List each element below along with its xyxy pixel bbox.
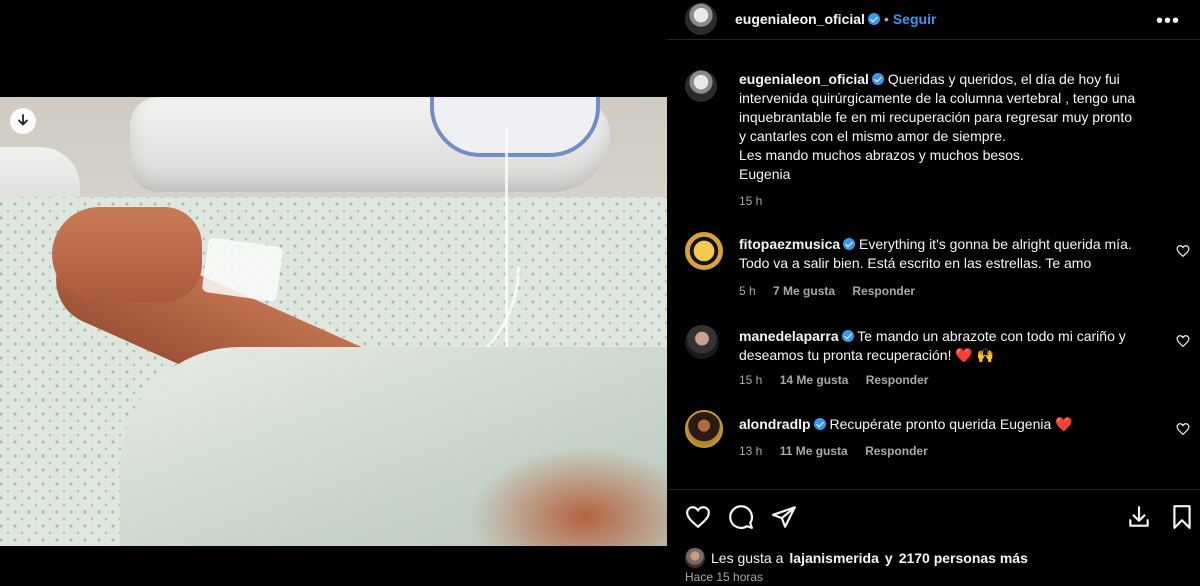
commenter-avatar[interactable] xyxy=(685,410,723,448)
caption-username[interactable]: eugenialeon_oficial xyxy=(739,71,869,87)
comment-meta: 5 h 7 Me gusta Responder xyxy=(739,284,929,298)
comment-body: Recupérate pronto querida Eugenia ❤️ xyxy=(829,416,1073,432)
post-actions: Les gusta a lajanismerida y 2170 persona… xyxy=(667,489,1200,586)
bed-rail-panel xyxy=(430,97,600,157)
comment-item: manedelaparra Te mando un abrazote con t… xyxy=(685,324,1190,394)
post-header: eugenialeon_oficial • Seguir ••• xyxy=(667,0,1200,40)
heart-icon[interactable] xyxy=(1176,334,1190,348)
comment-likes[interactable]: 14 Me gusta xyxy=(780,373,849,387)
heart-icon[interactable] xyxy=(1176,244,1190,258)
caption-line-5: Les mando muchos abrazos y muchos besos. xyxy=(739,147,1024,163)
author-username[interactable]: eugenialeon_oficial xyxy=(735,11,865,27)
reply-button[interactable]: Responder xyxy=(865,444,928,458)
caption-line-3: inquebrantable fe en mi recuperación par… xyxy=(739,109,1133,125)
caption-line-6: Eugenia xyxy=(739,166,791,182)
verified-icon xyxy=(843,238,856,250)
liker-avatar[interactable] xyxy=(685,548,705,568)
likes-middle: y xyxy=(884,550,893,566)
comment-meta: 15 h 14 Me gusta Responder xyxy=(739,373,942,387)
comment-icon[interactable] xyxy=(728,504,754,530)
reply-button[interactable]: Responder xyxy=(866,373,929,387)
separator-dot: • xyxy=(883,11,889,27)
share-icon[interactable] xyxy=(771,504,797,530)
post-time: Hace 15 horas xyxy=(685,570,764,584)
heart-icon[interactable] xyxy=(685,504,711,530)
verified-icon xyxy=(813,418,826,430)
comment-text: alondradlp Recupérate pronto querida Eug… xyxy=(739,415,1164,434)
comment-time: 13 h xyxy=(739,444,763,458)
comment-time: 5 h xyxy=(739,284,756,298)
caption-avatar[interactable] xyxy=(685,70,717,102)
comment-username[interactable]: alondradlp xyxy=(739,416,811,432)
commenter-avatar[interactable] xyxy=(685,232,723,270)
hand xyxy=(52,207,202,302)
author-avatar[interactable] xyxy=(685,3,717,35)
comment-likes[interactable]: 11 Me gusta xyxy=(780,444,848,458)
comment-username[interactable]: fitopaezmusica xyxy=(739,236,840,252)
likes-count[interactable]: 2170 personas más xyxy=(899,550,1028,566)
caption-line-1: Queridas y queridos, el día de hoy fui xyxy=(887,71,1120,87)
verified-icon xyxy=(867,13,880,25)
more-options-icon[interactable]: ••• xyxy=(1156,10,1180,33)
comment-text: fitopaezmusica Everything it's gonna be … xyxy=(739,235,1164,273)
reply-button[interactable]: Responder xyxy=(852,284,915,298)
commenter-avatar[interactable] xyxy=(685,325,719,359)
comment-item: alondradlp Recupérate pronto querida Eug… xyxy=(685,410,1190,470)
comment-time: 15 h xyxy=(739,373,763,387)
verified-icon xyxy=(841,330,854,342)
comment-text: manedelaparra Te mando un abrazote con t… xyxy=(739,327,1164,365)
post-photo[interactable] xyxy=(0,97,667,546)
download-icon[interactable] xyxy=(1126,504,1152,530)
follow-button[interactable]: Seguir xyxy=(893,11,937,27)
comment-meta: 13 h 11 Me gusta Responder xyxy=(739,444,942,458)
heart-icon[interactable] xyxy=(1176,422,1190,436)
likes-prefix: Les gusta a xyxy=(711,550,784,566)
download-icon[interactable] xyxy=(10,108,36,134)
likes-summary: Les gusta a lajanismerida y 2170 persona… xyxy=(685,548,1028,568)
caption-line-2: intervenida quirúrgicamente de la column… xyxy=(739,90,1136,106)
verified-icon xyxy=(871,73,884,85)
comment-likes[interactable]: 7 Me gusta xyxy=(773,284,835,298)
comment-username[interactable]: manedelaparra xyxy=(739,328,839,344)
caption: eugenialeon_oficial Queridas y queridos,… xyxy=(739,70,1169,208)
caption-time: 15 h xyxy=(739,194,763,208)
likes-user[interactable]: lajanismerida xyxy=(789,550,879,566)
post-media xyxy=(0,0,667,586)
comment-item: fitopaezmusica Everything it's gonna be … xyxy=(685,232,1190,302)
post-side-panel: eugenialeon_oficial • Seguir ••• eugeniale… xyxy=(667,0,1200,586)
caption-line-4: y cantarles con el mismo amor de siempre… xyxy=(739,128,1006,144)
bookmark-icon[interactable] xyxy=(1169,504,1195,530)
